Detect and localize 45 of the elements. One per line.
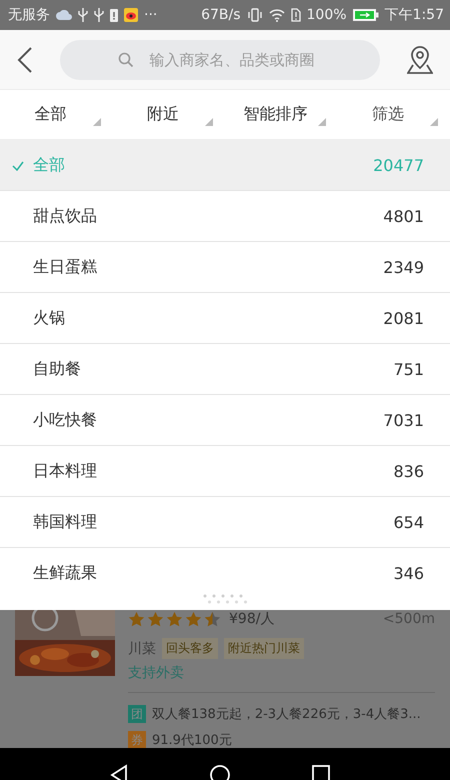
filter-tab[interactable]: 智能排序 bbox=[225, 90, 338, 139]
carrier-text: 无服务 bbox=[8, 6, 50, 24]
tag: 附近热门川菜 bbox=[224, 638, 304, 659]
battery-text: 100% bbox=[306, 7, 347, 23]
search-icon bbox=[118, 52, 134, 68]
back-icon[interactable] bbox=[16, 46, 34, 74]
deal-badge: 团 bbox=[128, 705, 146, 723]
check-icon bbox=[12, 161, 24, 171]
star-icon bbox=[166, 610, 183, 628]
star-icon bbox=[147, 610, 164, 628]
cloud-icon bbox=[56, 10, 72, 20]
battery-charging-icon bbox=[352, 9, 379, 21]
grip-icon[interactable] bbox=[202, 593, 248, 605]
star-icon bbox=[128, 610, 145, 628]
speed-text: 67B/s bbox=[201, 7, 241, 23]
delivery-text: 支持外卖 bbox=[128, 664, 185, 682]
dropdown-corner-icon bbox=[92, 118, 100, 126]
deal-badge: 券 bbox=[128, 731, 146, 748]
price-text: ¥98/人 bbox=[229, 610, 274, 628]
vibrate-icon bbox=[246, 8, 263, 22]
recents-icon[interactable] bbox=[311, 764, 331, 780]
back-icon[interactable] bbox=[109, 764, 129, 780]
dropdown-corner-icon bbox=[205, 118, 213, 126]
clock-text: 下午1:57 bbox=[384, 6, 444, 24]
dropdown-corner-icon bbox=[318, 118, 326, 126]
filter-tab[interactable]: 全部 bbox=[0, 90, 112, 139]
tag: 回头客多 bbox=[162, 638, 218, 659]
search-field[interactable]: 输入商家名、品类或商圈 bbox=[60, 40, 380, 80]
filter-tab[interactable]: 附近 bbox=[112, 90, 225, 139]
deal-text: 双人餐138元起，2-3人餐226元，3-4人餐3... bbox=[152, 706, 421, 723]
sim-alert-icon bbox=[290, 8, 301, 22]
cuisine-text: 川菜 bbox=[128, 640, 156, 658]
wifi-icon bbox=[268, 8, 285, 22]
dropdown-corner-icon bbox=[430, 118, 438, 126]
deal-text: 91.9代100元 bbox=[152, 732, 232, 748]
filter-tab[interactable]: 筛选 bbox=[338, 90, 450, 139]
usb-icon bbox=[78, 8, 88, 22]
usb-icon bbox=[94, 8, 104, 22]
app-icon bbox=[124, 8, 138, 22]
star-icon bbox=[185, 610, 202, 628]
home-icon[interactable] bbox=[209, 764, 231, 780]
battery-alert-icon bbox=[110, 8, 118, 22]
more-text: ··· bbox=[144, 7, 158, 23]
half-star-icon bbox=[204, 610, 221, 628]
location-pin-icon[interactable] bbox=[407, 46, 433, 74]
